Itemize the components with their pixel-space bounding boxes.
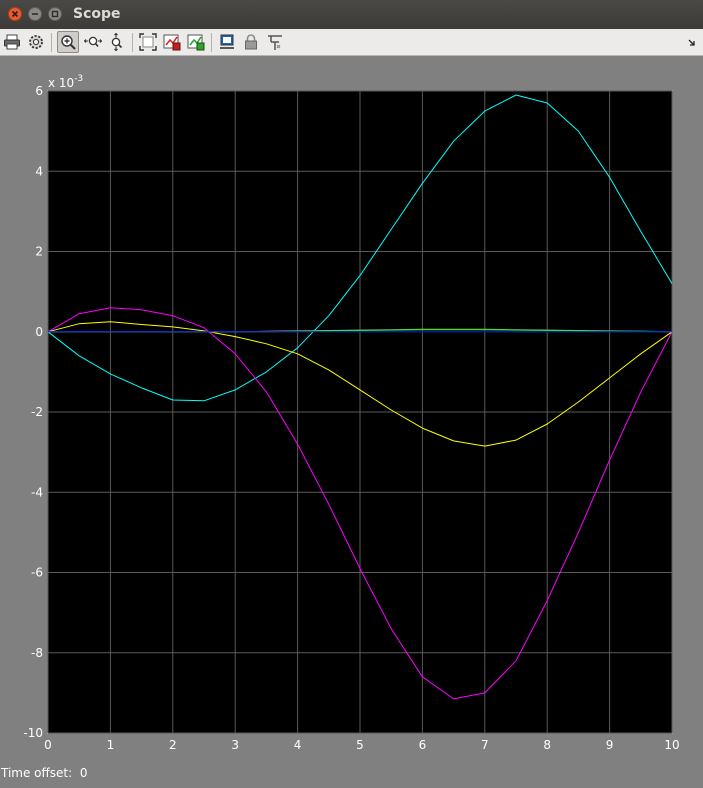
title-bar: Scope xyxy=(0,0,703,29)
zoom-in-button[interactable] xyxy=(57,31,79,53)
close-icon xyxy=(11,10,19,18)
y-tick-label: 4 xyxy=(35,164,43,178)
lock-axes-icon xyxy=(245,34,257,50)
print-button[interactable] xyxy=(1,31,23,53)
close-window-button[interactable] xyxy=(8,7,22,21)
x-tick-label: 1 xyxy=(107,738,115,752)
toolbar-separator xyxy=(132,33,133,52)
x-axis-tick-labels: 0 1 2 3 4 5 6 7 8 9 10 xyxy=(44,738,679,752)
x-tick-label: 0 xyxy=(44,738,52,752)
y-tick-label: 2 xyxy=(35,245,43,259)
signal-selection-button[interactable] xyxy=(264,31,286,53)
save-axes-settings-button[interactable] xyxy=(161,31,183,53)
window-title: Scope xyxy=(73,6,121,22)
y-axis-tick-labels: -10 -8 -6 -4 -2 0 2 4 6 xyxy=(23,84,43,740)
toolbar-separator xyxy=(211,33,212,52)
zoom-x-button[interactable] xyxy=(82,31,104,53)
y-tick-label: 6 xyxy=(35,84,43,98)
toolbar xyxy=(0,29,703,56)
x-tick-label: 6 xyxy=(419,738,427,752)
save-axes-settings-icon xyxy=(163,34,181,51)
lock-axes-button[interactable] xyxy=(240,31,262,53)
y-tick-label: -10 xyxy=(23,726,43,740)
x-tick-label: 2 xyxy=(169,738,177,752)
x-tick-label: 7 xyxy=(481,738,489,752)
x-tick-label: 8 xyxy=(543,738,551,752)
scope-plot[interactable]: 0 1 2 3 4 5 6 7 8 9 10 -10 -8 -6 -4 -2 0 2 4 6 x 10-3 xyxy=(0,56,703,766)
zoom-in-icon xyxy=(61,35,76,50)
y-tick-label: 0 xyxy=(35,325,43,339)
floating-scope-button[interactable] xyxy=(216,31,238,53)
time-offset-label: Time offset: xyxy=(1,766,73,780)
maximize-icon xyxy=(51,10,59,18)
parameters-button[interactable] xyxy=(25,31,47,53)
toolbar-separator xyxy=(51,33,52,52)
time-offset-value: 0 xyxy=(79,766,88,780)
zoom-y-button[interactable] xyxy=(106,31,128,53)
x-tick-label: 4 xyxy=(294,738,302,752)
zoom-x-icon xyxy=(84,36,102,48)
dock-button[interactable] xyxy=(684,31,702,53)
floating-scope-icon xyxy=(220,34,234,49)
parameters-icon xyxy=(29,35,43,49)
time-offset-status: Time offset: 0 xyxy=(1,766,87,780)
restore-axes-settings-icon xyxy=(187,34,205,51)
y-tick-label: -2 xyxy=(31,405,43,419)
minimize-icon xyxy=(32,13,38,15)
minimize-window-button[interactable] xyxy=(28,7,42,21)
x-tick-label: 3 xyxy=(231,738,239,752)
signal-selection-icon xyxy=(268,35,282,50)
y-tick-label: -8 xyxy=(31,646,43,660)
y-axis-exponent-label: x 10-3 xyxy=(48,74,83,90)
maximize-window-button[interactable] xyxy=(48,7,62,21)
x-tick-label: 9 xyxy=(606,738,614,752)
dock-arrow-icon xyxy=(688,39,695,46)
autoscale-icon xyxy=(139,33,157,51)
print-icon xyxy=(4,34,20,50)
zoom-y-icon xyxy=(111,33,123,51)
y-tick-label: -6 xyxy=(31,566,43,580)
restore-axes-settings-button[interactable] xyxy=(185,31,207,53)
x-tick-label: 10 xyxy=(664,738,679,752)
autoscale-button[interactable] xyxy=(137,31,159,53)
y-tick-label: -4 xyxy=(31,485,43,499)
x-tick-label: 5 xyxy=(356,738,364,752)
